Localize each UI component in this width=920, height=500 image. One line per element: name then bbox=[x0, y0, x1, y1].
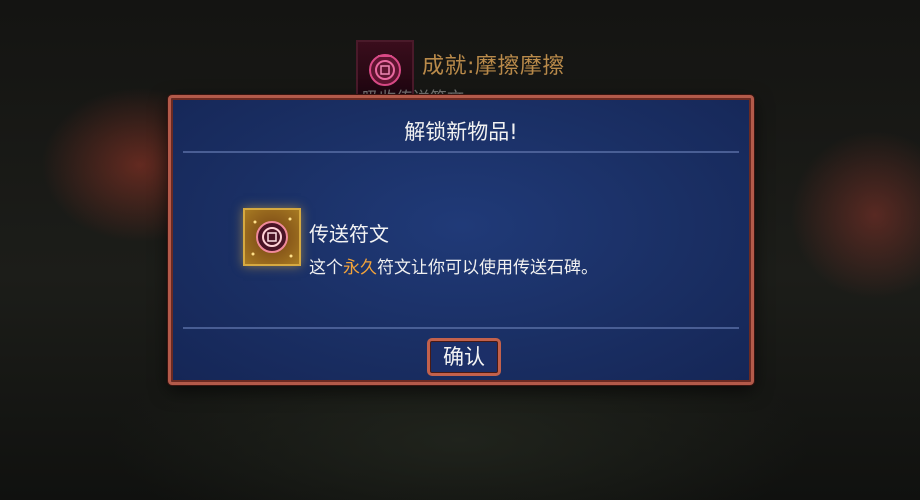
description-highlight: 永久 bbox=[343, 258, 377, 278]
description-suffix: 符文让你可以使用传送石碑。 bbox=[377, 258, 598, 278]
achievement-title: 成就:摩擦摩擦 bbox=[422, 54, 565, 79]
description-prefix: 这个 bbox=[309, 258, 343, 278]
unlock-dialog: 解锁新物品! 传送符文 这个永久符文让你可以使用传送石碑。 确认 bbox=[168, 95, 754, 385]
achievement-banner: 成就:摩擦摩擦 吸收传送符文 bbox=[356, 40, 606, 109]
item-name: 传送符文 bbox=[309, 222, 389, 246]
teleport-rune-icon bbox=[243, 208, 301, 266]
confirm-button[interactable]: 确认 bbox=[427, 338, 501, 376]
divider bbox=[183, 327, 739, 329]
dialog-title: 解锁新物品! bbox=[404, 120, 518, 144]
item-description: 这个永久符文让你可以使用传送石碑。 bbox=[309, 253, 598, 278]
divider bbox=[183, 151, 739, 153]
